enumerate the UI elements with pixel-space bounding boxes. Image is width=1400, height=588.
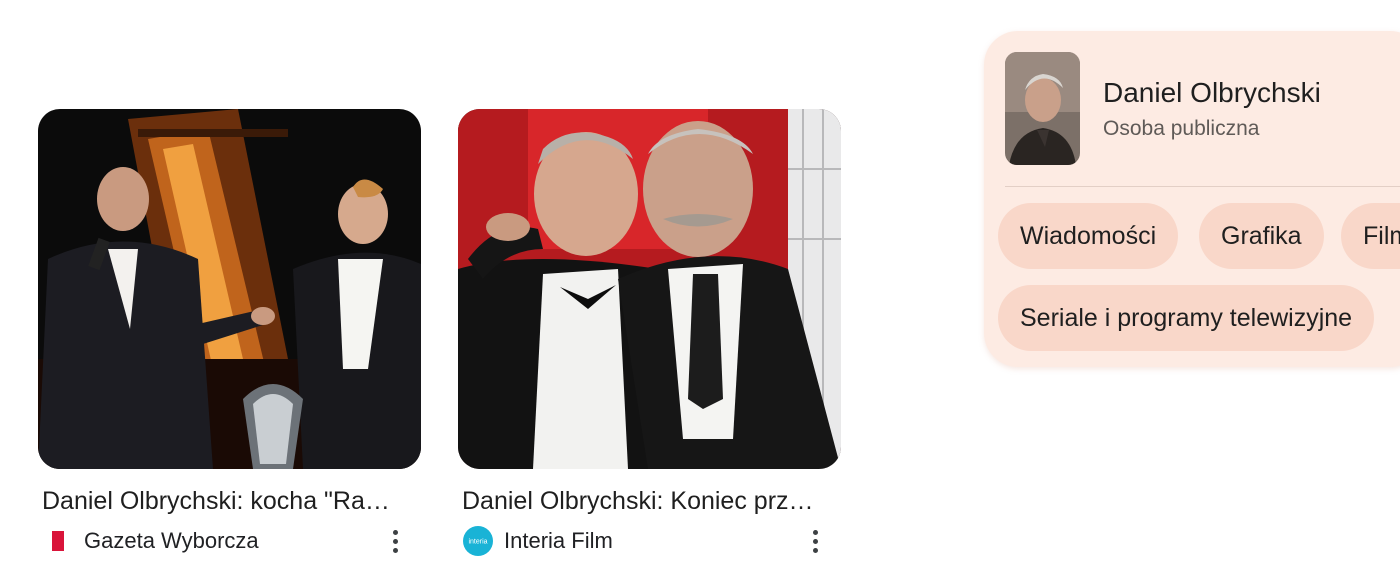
result-source-name-1: Gazeta Wyborcza [84, 528, 259, 553]
result-title-1[interactable]: Daniel Olbrychski: kocha "Ra… [42, 486, 414, 516]
result-card-2[interactable]: Daniel Olbrychski: Koniec prz… interia I… [458, 109, 841, 557]
gazeta-wyborcza-icon [42, 525, 74, 557]
interia-film-icon: interia [462, 525, 494, 557]
chip-news[interactable]: Wiadomości [998, 203, 1179, 269]
person-name[interactable]: Daniel Olbrychski [1103, 77, 1321, 109]
result-card-1[interactable]: Daniel Olbrychski: kocha "Ra… Gazeta Wyb… [38, 109, 421, 557]
result-image-2[interactable] [458, 109, 841, 469]
result-source-1[interactable]: Gazeta Wyborcza [38, 525, 421, 557]
more-options-icon[interactable] [803, 525, 827, 557]
divider [1005, 186, 1400, 187]
interia-logo-text: interia [468, 539, 487, 546]
person-thumbnail[interactable] [1005, 52, 1080, 165]
person-subtitle: Osoba publiczna [1103, 117, 1260, 140]
knowledge-panel: Daniel Olbrychski Osoba publiczna Wiadom… [984, 31, 1400, 367]
chip-tv-series[interactable]: Seriale i programy telewizyjne [998, 285, 1375, 351]
chip-images[interactable]: Grafika [1199, 203, 1324, 269]
chip-film[interactable]: Film [1341, 203, 1400, 269]
result-image-1[interactable] [38, 109, 421, 469]
more-options-icon[interactable] [383, 525, 407, 557]
result-source-2[interactable]: interia Interia Film [458, 525, 841, 557]
result-source-name-2: Interia Film [504, 528, 613, 553]
result-title-2[interactable]: Daniel Olbrychski: Koniec prz… [462, 486, 834, 516]
